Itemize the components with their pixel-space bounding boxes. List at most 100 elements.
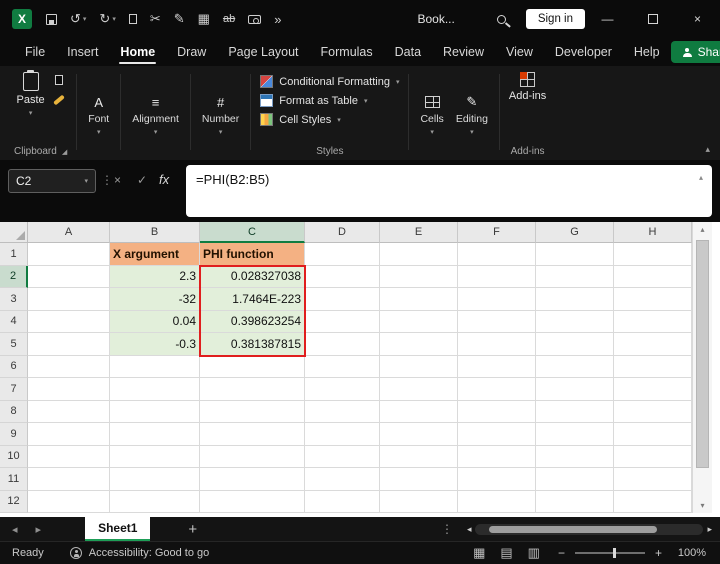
cell-F2[interactable] [458,265,536,288]
scroll-left-icon[interactable]: ◂ [467,524,472,535]
cell-C3[interactable]: 1.7464E-223 [200,288,305,311]
row-header-12[interactable]: 12 [0,490,28,513]
editing-group-button[interactable]: ✎ Editing ▾ [450,70,494,160]
add-sheet-button[interactable]: + [188,521,197,538]
save-button[interactable] [46,13,57,25]
column-header-E[interactable]: E [380,222,458,243]
cell-F7[interactable] [458,378,536,401]
cell-F5[interactable] [458,333,536,356]
cell-G4[interactable] [536,310,614,333]
cancel-button[interactable]: × [114,173,121,187]
column-header-C[interactable]: C [200,222,305,243]
tab-formulas[interactable]: Formulas [310,38,384,66]
cell-B9[interactable] [110,423,200,446]
enter-button[interactable]: ✓ [137,173,147,187]
cell-C11[interactable] [200,468,305,491]
cell-C6[interactable] [200,355,305,378]
font-group-button[interactable]: A Font ▾ [82,70,115,160]
row-header-1[interactable]: 1 [0,243,28,266]
cell-D2[interactable] [305,265,380,288]
clipboard-dialog-launcher-icon[interactable]: ◢ [62,148,67,156]
tab-page-layout[interactable]: Page Layout [217,38,309,66]
draw-button[interactable]: ✎ [174,11,185,27]
cell-E1[interactable] [380,243,458,266]
cell-A12[interactable] [28,490,110,513]
cell-C1[interactable]: PHI function [200,243,305,266]
copy-icon[interactable] [54,73,68,85]
formula-bar-drag-icon[interactable]: ⋮ [101,173,113,187]
cell-H3[interactable] [614,288,692,311]
cell-G7[interactable] [536,378,614,401]
cell-G10[interactable] [536,445,614,468]
conditional-formatting-button[interactable]: Conditional Formatting ▾ [260,75,399,88]
cell-D11[interactable] [305,468,380,491]
vertical-scrollbar-thumb[interactable] [696,240,709,468]
cell-C9[interactable] [200,423,305,446]
tab-view[interactable]: View [495,38,544,66]
cell-D9[interactable] [305,423,380,446]
row-header-6[interactable]: 6 [0,355,28,378]
cell-F3[interactable] [458,288,536,311]
zoom-in-button[interactable]: + [655,546,662,560]
tab-developer[interactable]: Developer [544,38,623,66]
cell-D7[interactable] [305,378,380,401]
cell-B1[interactable]: X argument [110,243,200,266]
horizontal-scrollbar[interactable]: ◂ ▸ [467,523,712,535]
cell-F4[interactable] [458,310,536,333]
cell-G9[interactable] [536,423,614,446]
cell-B10[interactable] [110,445,200,468]
cell-B12[interactable] [110,490,200,513]
cell-D8[interactable] [305,400,380,423]
cell-G11[interactable] [536,468,614,491]
cell-A3[interactable] [28,288,110,311]
cell-E6[interactable] [380,355,458,378]
undo-button[interactable]: ↺ ▾ [70,11,86,27]
tab-insert[interactable]: Insert [56,38,109,66]
cell-H9[interactable] [614,423,692,446]
cell-B7[interactable] [110,378,200,401]
cell-B11[interactable] [110,468,200,491]
cell-D3[interactable] [305,288,380,311]
sheet-tab-sheet1[interactable]: Sheet1 [85,517,151,541]
cell-C10[interactable] [200,445,305,468]
cell-E11[interactable] [380,468,458,491]
cell-A6[interactable] [28,355,110,378]
cell-E9[interactable] [380,423,458,446]
format-painter-icon[interactable] [52,94,65,106]
cell-C4[interactable]: 0.398623254 [200,310,305,333]
cell-B3[interactable]: -32 [110,288,200,311]
cell-G5[interactable] [536,333,614,356]
tab-home[interactable]: Home [109,38,166,66]
vertical-scrollbar[interactable]: ▴ ▾ [692,222,712,513]
cell-D5[interactable] [305,333,380,356]
cell-G3[interactable] [536,288,614,311]
column-header-G[interactable]: G [536,222,614,243]
cell-F1[interactable] [458,243,536,266]
cell-A11[interactable] [28,468,110,491]
column-header-F[interactable]: F [458,222,536,243]
zoom-slider-thumb[interactable] [612,548,616,558]
cell-E2[interactable] [380,265,458,288]
accessibility-status-label[interactable]: Accessibility: Good to go [89,547,209,559]
cell-B5[interactable]: -0.3 [110,333,200,356]
next-sheet-icon[interactable]: ▸ [36,523,42,536]
tab-file[interactable]: File [14,38,56,66]
normal-view-icon[interactable]: ▦ [473,545,485,561]
cell-F11[interactable] [458,468,536,491]
excel-logo-icon[interactable]: X [12,9,32,29]
cell-C8[interactable] [200,400,305,423]
cell-H7[interactable] [614,378,692,401]
collapse-ribbon-icon[interactable]: ▴ [705,144,710,155]
formula-text[interactable]: =PHI(B2:B5) [186,165,712,187]
cell-E8[interactable] [380,400,458,423]
search-icon[interactable] [496,14,506,24]
row-header-5[interactable]: 5 [0,333,28,356]
cell-F12[interactable] [458,490,536,513]
cell-H4[interactable] [614,310,692,333]
cell-D1[interactable] [305,243,380,266]
scroll-up-icon[interactable]: ▴ [693,225,712,234]
paste-button[interactable]: Paste ▾ [17,70,45,117]
cell-A9[interactable] [28,423,110,446]
chevron-down-icon[interactable]: ▾ [83,15,87,23]
cell-A5[interactable] [28,333,110,356]
